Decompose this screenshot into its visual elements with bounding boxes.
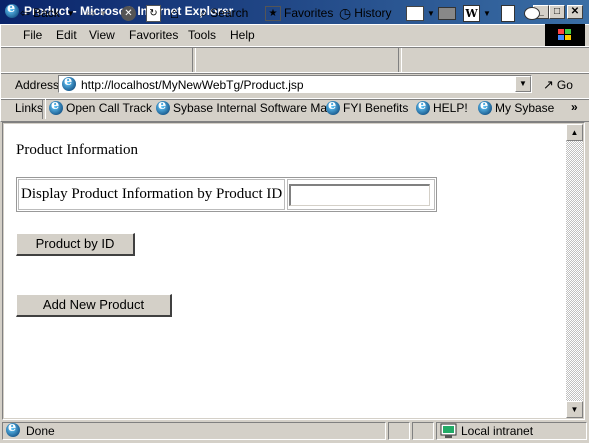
scroll-up-button[interactable]: ▲ bbox=[566, 124, 583, 141]
favorites-label: Favorites bbox=[284, 6, 334, 20]
back-button[interactable]: ⇦ Back ▼ bbox=[20, 4, 75, 22]
scroll-down-button[interactable]: ▼ bbox=[566, 401, 583, 418]
link-fyi-benefits[interactable]: FYI Benefits bbox=[326, 98, 409, 115]
menu-help[interactable]: Help bbox=[230, 28, 255, 42]
standard-toolbar bbox=[0, 46, 589, 74]
messenger-icon bbox=[524, 6, 540, 20]
chevron-down-icon[interactable]: ▼ bbox=[427, 9, 435, 18]
toolbar-separator bbox=[42, 99, 46, 119]
menu-tools[interactable]: Tools bbox=[188, 28, 216, 42]
chevron-down-icon[interactable]: ▼ bbox=[67, 9, 75, 18]
close-icon[interactable]: ✕ bbox=[567, 5, 583, 19]
favorites-icon: ★ bbox=[265, 5, 281, 21]
product-id-input[interactable] bbox=[289, 184, 430, 206]
windows-logo-icon bbox=[545, 24, 585, 46]
history-label: History bbox=[354, 6, 392, 20]
vertical-scrollbar[interactable] bbox=[566, 124, 583, 418]
ie-page-icon bbox=[326, 98, 340, 115]
forward-arrow-icon: ⇨ bbox=[86, 6, 97, 20]
status-pane-progress bbox=[388, 422, 410, 440]
menu-favorites[interactable]: Favorites bbox=[129, 28, 178, 42]
stop-button[interactable]: ✕ bbox=[121, 4, 136, 22]
ie-page-icon bbox=[62, 74, 76, 94]
discuss-icon bbox=[501, 4, 515, 22]
chevron-down-icon: ▼ bbox=[570, 405, 579, 414]
search-icon: ⌕ bbox=[200, 5, 208, 20]
go-arrow-icon: ↗ bbox=[543, 77, 554, 92]
mail-button[interactable]: ▼ bbox=[406, 4, 435, 22]
search-button[interactable]: ⌕ Search bbox=[200, 4, 248, 22]
back-arrow-icon: ⇦ bbox=[20, 6, 31, 20]
globe-icon bbox=[440, 423, 457, 442]
search-label: Search bbox=[210, 6, 249, 20]
ie-page-icon bbox=[49, 98, 63, 115]
address-url: http://localhost/MyNewWebTg/Product.jsp bbox=[81, 78, 304, 92]
address-dropdown[interactable]: ▼ bbox=[515, 76, 531, 92]
discuss-button[interactable] bbox=[501, 4, 515, 22]
ie-page-icon bbox=[416, 98, 430, 115]
chevron-down-icon: ▼ bbox=[519, 79, 527, 88]
toolbar-separator bbox=[192, 48, 196, 72]
link-label: HELP! bbox=[433, 101, 468, 115]
print-icon bbox=[438, 6, 456, 20]
print-button[interactable] bbox=[438, 4, 456, 22]
link-label: Open Call Track bbox=[66, 101, 153, 115]
page-content bbox=[4, 124, 566, 418]
menu-view[interactable]: View bbox=[89, 28, 115, 42]
edit-icon: W bbox=[463, 4, 480, 22]
mail-icon bbox=[406, 5, 424, 21]
refresh-button[interactable]: ↻ bbox=[146, 4, 161, 22]
chevron-right-icon[interactable]: » bbox=[571, 100, 578, 114]
history-button[interactable]: ◷ History bbox=[339, 4, 392, 22]
menu-edit[interactable]: Edit bbox=[56, 28, 77, 42]
go-button[interactable]: ↗ Go bbox=[543, 76, 573, 94]
forward-button[interactable]: ⇨ ▼ bbox=[86, 4, 107, 22]
link-help[interactable]: HELP! bbox=[416, 98, 468, 115]
link-sybase-software-mall[interactable]: Sybase Internal Software Mall bbox=[156, 98, 333, 115]
chevron-up-icon: ▲ bbox=[570, 128, 579, 137]
status-pane bbox=[2, 422, 386, 440]
toolbar-separator bbox=[398, 48, 402, 72]
add-new-product-button[interactable]: Add New Product bbox=[16, 294, 172, 317]
product-by-id-button[interactable]: Product by ID bbox=[16, 233, 135, 256]
home-button[interactable]: ⌂ bbox=[170, 4, 179, 22]
favorites-button[interactable]: ★ Favorites bbox=[265, 4, 333, 22]
go-label: Go bbox=[556, 78, 573, 92]
status-pane-lock bbox=[412, 422, 434, 440]
ie-page-icon bbox=[478, 98, 492, 115]
page-heading: Product Information bbox=[16, 142, 139, 158]
link-label: My Sybase bbox=[495, 101, 555, 115]
link-my-sybase[interactable]: My Sybase bbox=[478, 98, 555, 115]
link-open-call-track[interactable]: Open Call Track bbox=[49, 98, 153, 115]
link-label: Sybase Internal Software Mall bbox=[173, 101, 333, 115]
status-text: Done bbox=[26, 424, 55, 438]
ie-page-icon[interactable] bbox=[5, 1, 20, 19]
back-label: Back bbox=[33, 6, 60, 20]
address-label: Address bbox=[15, 78, 60, 92]
chevron-down-icon[interactable]: ▼ bbox=[483, 9, 491, 18]
zone-text: Local intranet bbox=[461, 424, 534, 438]
edit-button[interactable]: W ▼ bbox=[463, 4, 491, 22]
maximize-icon[interactable]: □ bbox=[549, 5, 565, 19]
stop-icon: ✕ bbox=[121, 5, 136, 21]
links-label: Links bbox=[15, 101, 44, 115]
product-id-label: Display Product Information by Product I… bbox=[21, 186, 283, 202]
history-icon: ◷ bbox=[339, 4, 352, 21]
ie-page-icon bbox=[6, 420, 20, 440]
menu-file[interactable]: File bbox=[23, 28, 42, 42]
link-label: FYI Benefits bbox=[343, 101, 409, 115]
refresh-icon: ↻ bbox=[146, 4, 161, 22]
chevron-down-icon[interactable]: ▼ bbox=[99, 9, 107, 18]
home-icon: ⌂ bbox=[170, 4, 180, 22]
ie-page-icon bbox=[156, 98, 170, 115]
menu-bar: File Edit View Favorites Tools Help bbox=[0, 24, 589, 48]
messenger-button[interactable] bbox=[524, 4, 540, 22]
